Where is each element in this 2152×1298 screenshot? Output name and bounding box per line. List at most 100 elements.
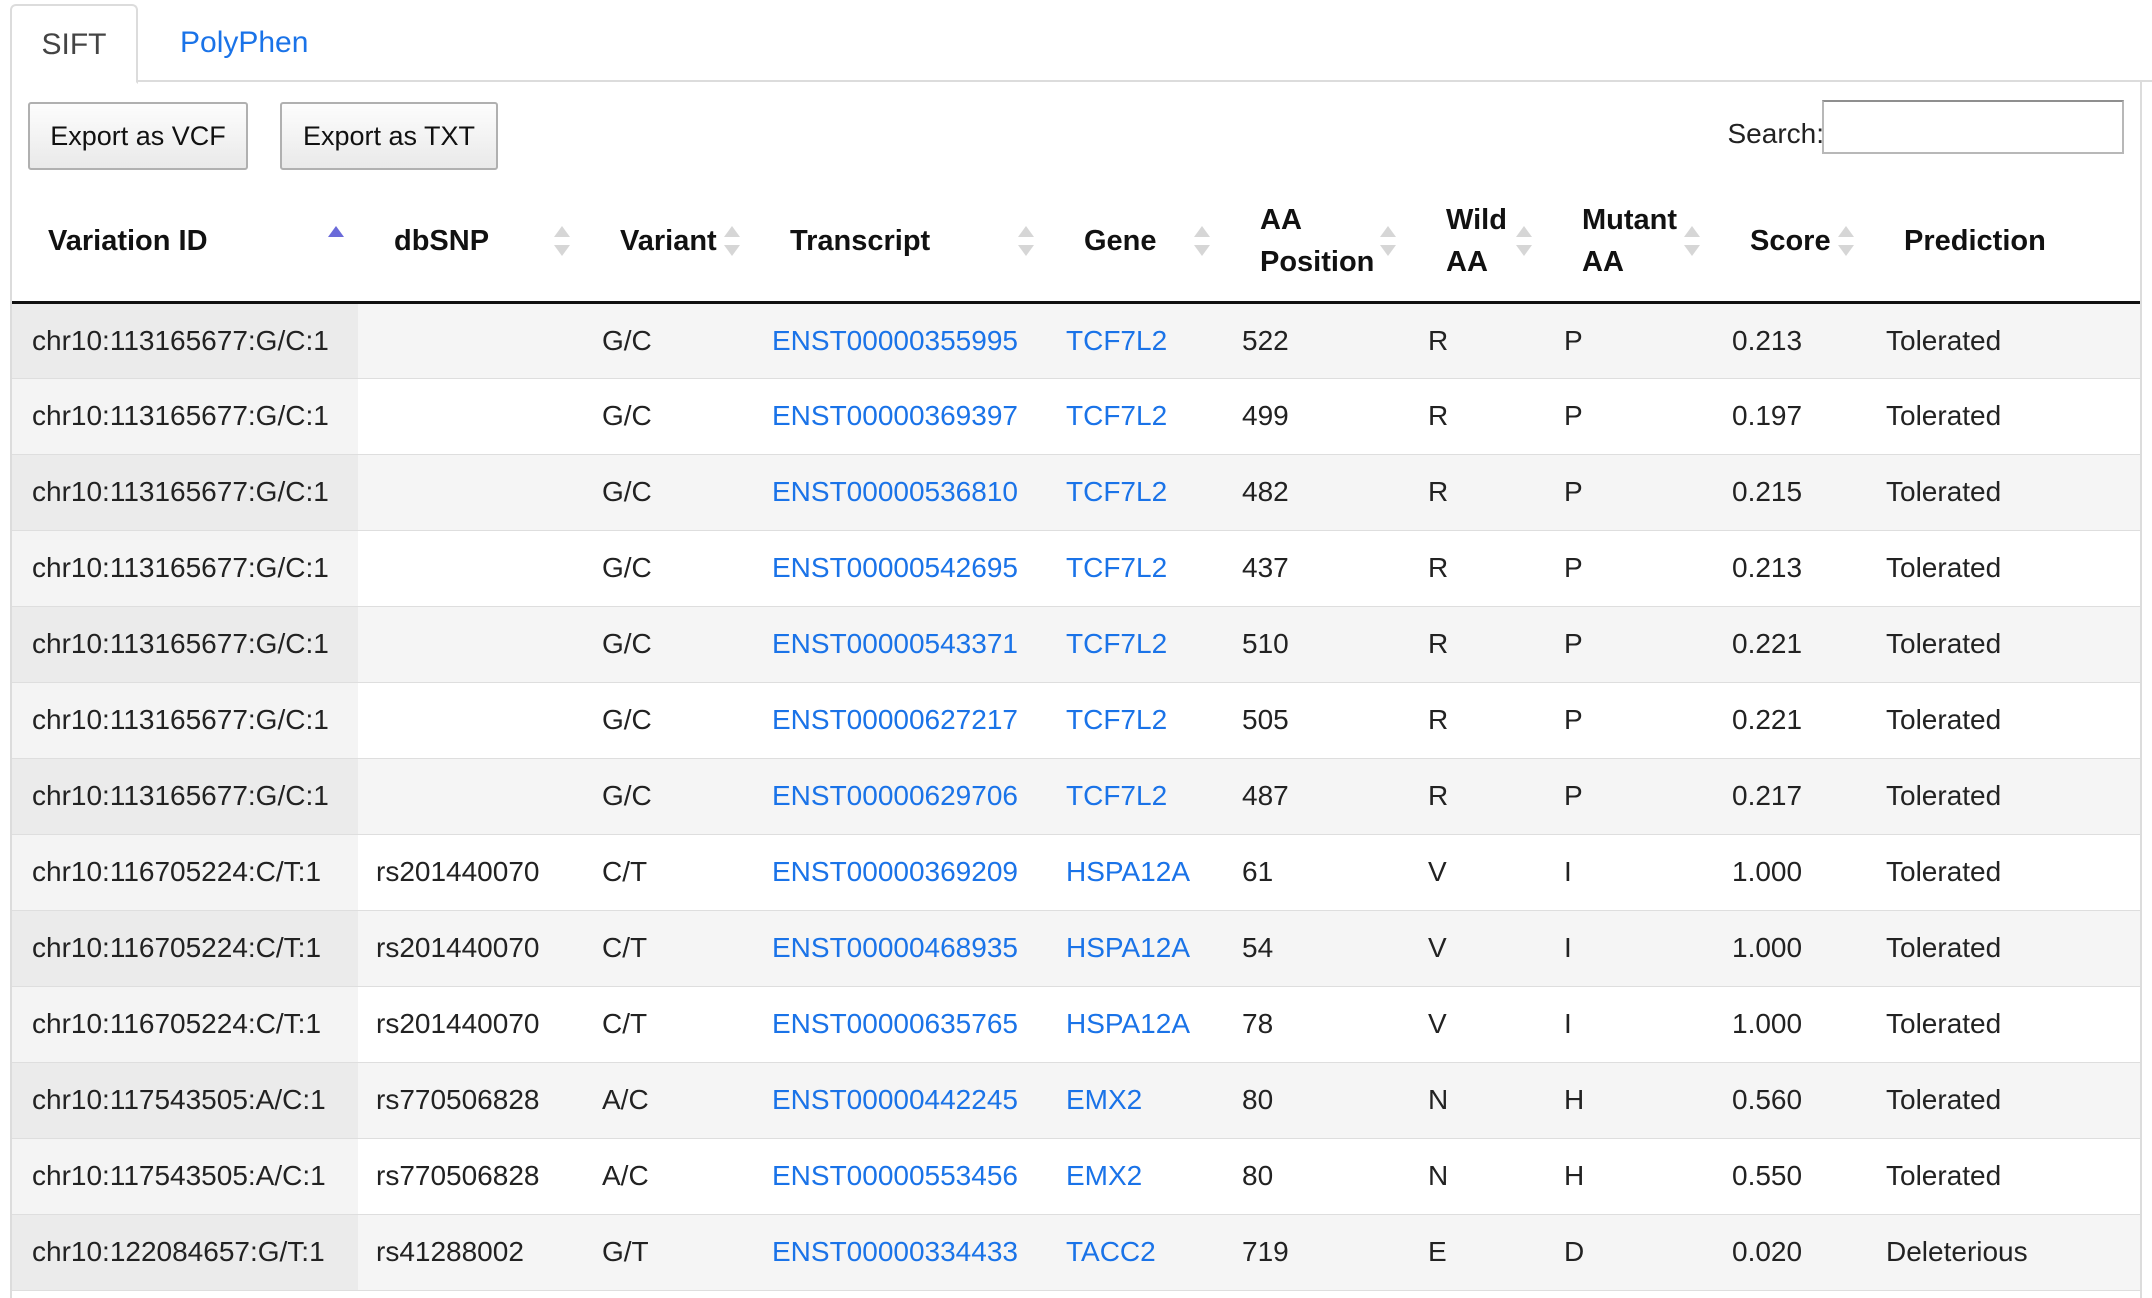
cell-gene: TCF7L2: [1048, 454, 1224, 531]
cell-dbsnp: [358, 682, 584, 759]
transcript-link[interactable]: ENST00000369397: [772, 400, 1018, 431]
gene-link[interactable]: TCF7L2: [1066, 400, 1167, 431]
transcript-link[interactable]: ENST00000334433: [772, 1236, 1018, 1267]
table-row: chr10:113165677:G/C:1 G/C ENST00000536810 T…: [12, 454, 2140, 531]
gene-link[interactable]: TCF7L2: [1066, 780, 1167, 811]
transcript-link[interactable]: ENST00000468935: [772, 932, 1018, 963]
cell-gene: EMX2: [1048, 1138, 1224, 1215]
sort-icon: [1516, 226, 1532, 257]
cell-transcript: ENST00000355995: [754, 302, 1048, 379]
cell-prediction: Tolerated: [1868, 454, 2140, 531]
col-aa-position[interactable]: AA Position: [1224, 182, 1410, 304]
transcript-link[interactable]: ENST00000369209: [772, 856, 1018, 887]
transcript-link[interactable]: ENST00000442245: [772, 1084, 1018, 1115]
export-vcf-button[interactable]: Export as VCF: [28, 102, 248, 170]
cell-aa-position: 719: [1224, 1214, 1410, 1291]
cell-mutant-aa: I: [1546, 910, 1714, 987]
cell-mutant-aa: H: [1546, 1138, 1714, 1215]
gene-link[interactable]: TCF7L2: [1066, 325, 1167, 356]
cell-gene: TCF7L2: [1048, 530, 1224, 607]
cell-gene: TCF7L2: [1048, 606, 1224, 683]
transcript-link[interactable]: ENST00000629706: [772, 780, 1018, 811]
cell-variation-id: chr10:113165677:G/C:1: [12, 758, 358, 835]
cell-transcript: ENST00000629706: [754, 758, 1048, 835]
table-row: chr10:113165677:G/C:1 G/C ENST00000369397 T…: [12, 378, 2140, 455]
export-txt-button[interactable]: Export as TXT: [280, 102, 498, 170]
cell-variant: G/C: [584, 454, 754, 531]
gene-link[interactable]: TCF7L2: [1066, 476, 1167, 507]
tab-sift[interactable]: SIFT: [10, 4, 138, 84]
cell-prediction: Tolerated: [1868, 606, 2140, 683]
col-label: Wild AA: [1446, 204, 1507, 279]
cell-score: 0.221: [1714, 682, 1868, 759]
gene-link[interactable]: HSPA12A: [1066, 1008, 1190, 1039]
cell-prediction: Tolerated: [1868, 1062, 2140, 1139]
cell-mutant-aa: I: [1546, 986, 1714, 1063]
cell-mutant-aa: D: [1546, 1214, 1714, 1291]
table-row: chr10:116705224:C/T:1 rs201440070 C/T ENST0…: [12, 834, 2140, 911]
gene-link[interactable]: HSPA12A: [1066, 932, 1190, 963]
transcript-link[interactable]: ENST00000543371: [772, 628, 1018, 659]
cell-prediction: Tolerated: [1868, 758, 2140, 835]
cell-variant: C/T: [584, 834, 754, 911]
cell-gene: TACC2: [1048, 1214, 1224, 1291]
tab-polyphen[interactable]: PolyPhen: [148, 4, 340, 84]
transcript-link[interactable]: ENST00000542695: [772, 552, 1018, 583]
cell-variation-id: chr10:116705224:C/T:1: [12, 986, 358, 1063]
cell-prediction: Tolerated: [1868, 682, 2140, 759]
cell-gene: HSPA12A: [1048, 986, 1224, 1063]
cell-variant: C/T: [584, 910, 754, 987]
table-row: chr10:122084657:G/T:1 rs41288002 G/T ENST00…: [12, 1214, 2140, 1291]
col-prediction[interactable]: Prediction: [1868, 182, 2140, 304]
cell-score: 0.221: [1714, 606, 1868, 683]
table-row: chr10:113165677:G/C:1 G/C ENST00000627217 T…: [12, 682, 2140, 759]
cell-variant: G/C: [584, 758, 754, 835]
cell-aa-position: 499: [1224, 378, 1410, 455]
col-score[interactable]: Score: [1714, 182, 1868, 304]
cell-dbsnp: [358, 302, 584, 379]
col-dbsnp[interactable]: dbSNP: [358, 182, 584, 304]
cell-gene: TCF7L2: [1048, 682, 1224, 759]
cell-mutant-aa: H: [1546, 1062, 1714, 1139]
cell-prediction: Deleterious: [1868, 1214, 2140, 1291]
cell-aa-position: 54: [1224, 910, 1410, 987]
col-variation-id[interactable]: Variation ID: [12, 182, 358, 304]
cell-score: 0.197: [1714, 378, 1868, 455]
cell-score: 1.000: [1714, 834, 1868, 911]
search-input[interactable]: [1822, 100, 2124, 154]
cell-mutant-aa: P: [1546, 378, 1714, 455]
cell-wild-aa: R: [1410, 606, 1546, 683]
gene-link[interactable]: EMX2: [1066, 1160, 1142, 1191]
transcript-link[interactable]: ENST00000355995: [772, 325, 1018, 356]
transcript-link[interactable]: ENST00000635765: [772, 1008, 1018, 1039]
cell-variant: C/T: [584, 986, 754, 1063]
cell-prediction: Tolerated: [1868, 302, 2140, 379]
gene-link[interactable]: EMX2: [1066, 1084, 1142, 1115]
cell-prediction: Tolerated: [1868, 378, 2140, 455]
search-label: Search:: [1727, 118, 1825, 149]
cell-variant: G/C: [584, 378, 754, 455]
gene-link[interactable]: TCF7L2: [1066, 552, 1167, 583]
cell-variant: A/C: [584, 1138, 754, 1215]
transcript-link[interactable]: ENST00000536810: [772, 476, 1018, 507]
transcript-link[interactable]: ENST00000553456: [772, 1160, 1018, 1191]
cell-prediction: Tolerated: [1868, 910, 2140, 987]
gene-link[interactable]: TACC2: [1066, 1236, 1156, 1267]
transcript-link[interactable]: ENST00000627217: [772, 704, 1018, 735]
col-gene[interactable]: Gene: [1048, 182, 1224, 304]
cell-gene: TCF7L2: [1048, 302, 1224, 379]
gene-link[interactable]: HSPA12A: [1066, 856, 1190, 887]
col-wild-aa[interactable]: Wild AA: [1410, 182, 1546, 304]
col-label: Gene: [1084, 225, 1157, 258]
cell-dbsnp: rs201440070: [358, 910, 584, 987]
cell-transcript: ENST00000635765: [754, 986, 1048, 1063]
col-label: Score: [1750, 225, 1831, 258]
col-variant[interactable]: Variant: [584, 182, 754, 304]
col-transcript[interactable]: Transcript: [754, 182, 1048, 304]
cell-variation-id: chr10:122084657:G/T:1: [12, 1214, 358, 1291]
cell-mutant-aa: I: [1546, 834, 1714, 911]
cell-score: 0.213: [1714, 530, 1868, 607]
gene-link[interactable]: TCF7L2: [1066, 704, 1167, 735]
col-mutant-aa[interactable]: Mutant AA: [1546, 182, 1714, 304]
gene-link[interactable]: TCF7L2: [1066, 628, 1167, 659]
